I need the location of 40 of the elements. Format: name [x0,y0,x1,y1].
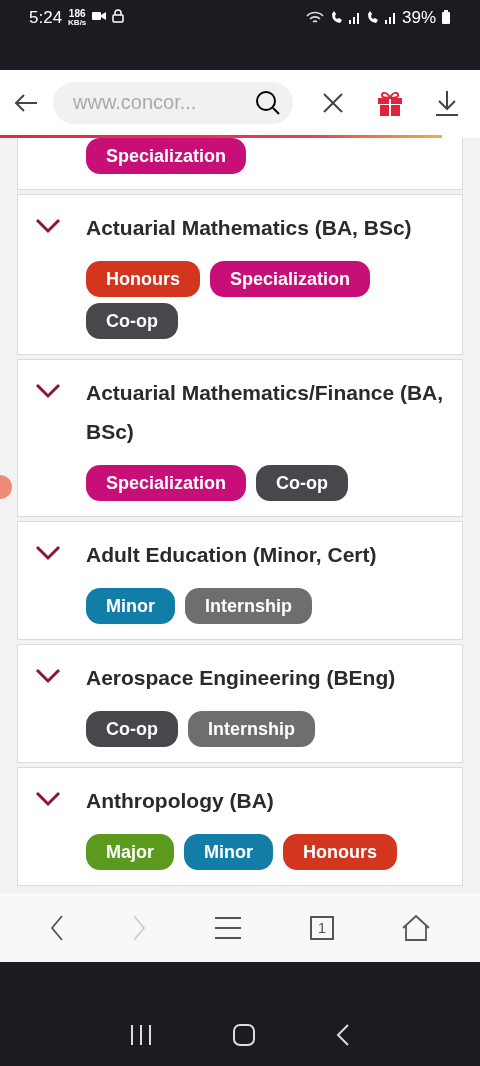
search-icon[interactable] [255,89,281,116]
program-tag: Specialization [86,465,247,501]
home-button[interactable] [402,914,430,941]
program-tag: Specialization [86,138,247,174]
download-button[interactable] [433,88,461,117]
call-signal-icon [329,11,360,25]
video-camera-icon [92,11,107,21]
program-title[interactable]: Aerospace Engineering (BEng) [86,658,444,697]
battery-percent: 39% [401,7,436,29]
program-tag: Minor [86,588,175,624]
program-tag: Honours [283,834,397,870]
program-title[interactable]: Actuarial Mathematics (BA, BSc) [86,208,444,247]
clock: 5:24 [29,7,63,29]
program-tag: Honours [86,261,200,297]
program-tag: Specialization [210,261,371,297]
tabs-button[interactable]: 1 [310,915,334,940]
program-tag: Co-op [256,465,349,501]
program-title[interactable]: Adult Education (Minor, Cert) [86,535,444,574]
program-title[interactable]: Actuarial Mathematics/Finance (BA, BSc) [86,373,444,451]
battery-icon [442,10,450,24]
back-button[interactable] [50,914,64,941]
recent-apps-button[interactable] [130,1024,153,1046]
menu-button[interactable] [214,915,242,940]
chevron-down-icon[interactable] [35,218,61,234]
program-tag: Minor [184,834,273,870]
program-tag: Major [86,834,174,870]
chevron-down-icon[interactable] [35,791,61,807]
wifi-icon [305,11,324,25]
program-tag: Internship [188,711,315,747]
speed-unit: KB/s [68,18,87,27]
chevron-down-icon[interactable] [35,383,61,399]
program-tag: Internship [185,588,312,624]
chevron-down-icon[interactable] [35,545,61,561]
program-tag: Co-op [86,711,178,747]
lock-icon [112,9,125,23]
program-title[interactable]: Anthropology (BA) [86,781,444,820]
speed-value: 186 [68,9,86,18]
chevron-down-icon[interactable] [35,668,61,684]
program-tag: Co-op [86,303,178,339]
call-signal-icon [365,11,396,25]
